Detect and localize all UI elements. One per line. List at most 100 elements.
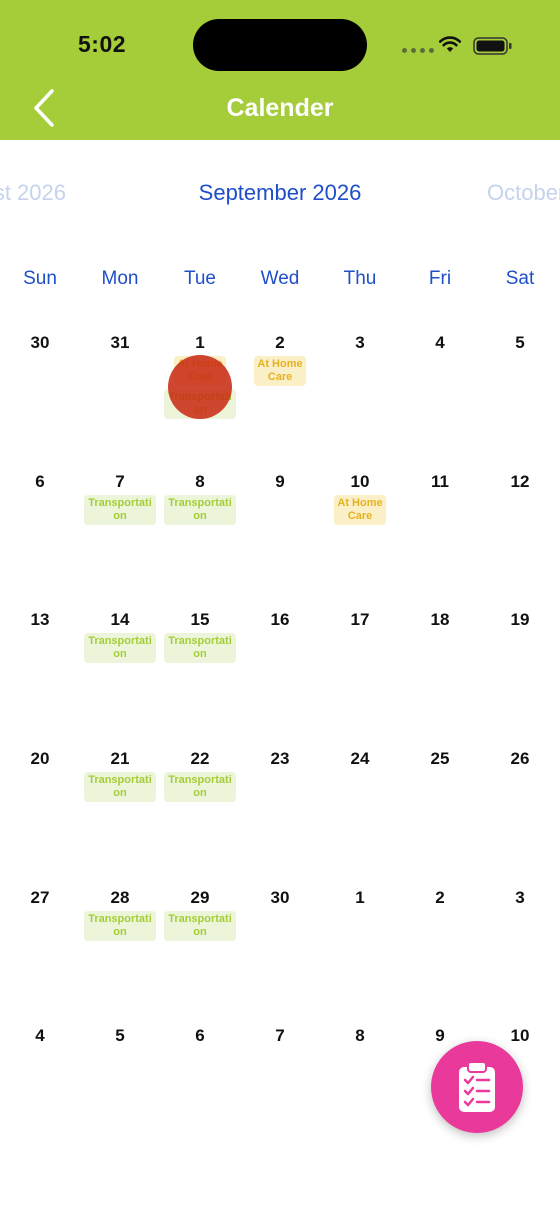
calendar-screen: 5:02 Calender August 2026 September 2026… [0,0,560,1218]
day-number: 14 [110,610,130,630]
day-number: 11 [431,471,449,491]
day-events: Transportation [160,494,240,525]
day-number: 23 [270,749,290,769]
calendar-day-cell[interactable]: 9 [240,465,320,604]
day-events: Transportation [160,772,240,803]
calendar-week-row: 30311At Home CareTransportation2At Home … [0,326,560,465]
day-number: 30 [30,333,50,352]
event-transportation[interactable]: Transportation [84,910,156,941]
event-transportation[interactable]: Transportation [84,494,156,525]
day-events: At Home Care [320,494,400,525]
day-events: Transportation [160,633,240,664]
day-number: 5 [115,1026,125,1046]
day-events: Transportation [80,494,160,525]
calendar-day-cell[interactable]: 12 [480,465,560,604]
event-transportation[interactable]: Transportation [164,633,236,664]
calendar-day-cell[interactable]: 5 [80,1019,160,1158]
day-events: Transportation [80,910,160,941]
day-number: 12 [510,471,530,491]
wifi-icon [438,36,462,52]
calendar-day-cell[interactable]: 8 [320,1019,400,1158]
calendar-day-cell[interactable]: 16 [240,603,320,742]
calendar-grid: 30311At Home CareTransportation2At Home … [0,326,560,1158]
cellular-signal-icon [402,48,434,53]
page-title: Calender [226,94,334,122]
calendar-day-cell[interactable]: 17 [320,603,400,742]
calendar-day-cell[interactable]: 31 [80,326,160,465]
battery-icon [473,37,512,55]
event-at-home-care[interactable]: At Home Care [254,356,306,386]
calendar-day-cell[interactable]: 10 At Home Care [320,465,400,604]
calendar-day-cell[interactable]: 30 [0,326,80,465]
calendar-day-cell[interactable]: 28 Transportation [80,881,160,1020]
calendar-day-cell[interactable]: 19 [480,603,560,742]
day-events: Transportation [80,772,160,803]
event-at-home-care[interactable]: At Home Care [334,494,386,525]
day-number: 27 [30,887,50,907]
calendar-day-cell[interactable]: 1 [320,881,400,1020]
calendar-week-row: 13 14 Transportation 15 Transportation 16 17 18… [0,603,560,742]
calendar-day-cell[interactable]: 4 [400,326,480,465]
calendar-day-cell[interactable]: 6 [0,465,80,604]
calendar-day-cell[interactable]: 20 [0,742,80,881]
next-month-label[interactable]: October 2026 [487,180,560,206]
calendar-day-cell[interactable]: 29 Transportation [160,881,240,1020]
calendar-day-cell[interactable]: 6 [160,1019,240,1158]
day-events: Transportation [160,910,240,941]
day-number: 17 [350,610,370,630]
weekday-tue: Tue [183,268,217,289]
calendar-day-cell[interactable]: 30 [240,881,320,1020]
day-events: At Home Care [240,356,320,386]
calendar-day-cell[interactable]: 21 Transportation [80,742,160,881]
day-number: 9 [275,471,285,491]
calendar-day-cell[interactable]: 3 [320,326,400,465]
event-transportation[interactable]: Transportation [84,772,156,803]
calendar-day-cell[interactable]: 8 Transportation [160,465,240,604]
calendar-day-cell[interactable]: 22 Transportation [160,742,240,881]
day-number: 13 [30,610,50,630]
event-transportation[interactable]: Transportation [164,772,236,803]
day-number: 3 [355,333,365,352]
day-number: 2 [275,333,285,352]
calendar-day-cell[interactable]: 11 [400,465,480,604]
day-number: 2 [435,887,445,907]
calendar-day-cell[interactable]: 15 Transportation [160,603,240,742]
calendar-day-cell[interactable]: 18 [400,603,480,742]
weekday-fri: Fri [428,268,452,289]
dynamic-island [193,19,367,71]
day-number: 26 [510,749,530,769]
calendar-day-cell[interactable]: 3 [480,881,560,1020]
calendar-day-cell[interactable]: 2 At Home Care [240,326,320,465]
calendar-day-cell[interactable]: 25 [400,742,480,881]
day-number: 16 [270,610,290,630]
calendar-day-cell[interactable]: 2 [400,881,480,1020]
touch-indicator [168,355,232,419]
event-transportation[interactable]: Transportation [164,910,236,941]
calendar-day-cell[interactable]: 5 [480,326,560,465]
day-number: 4 [435,333,445,352]
clipboard-checklist-icon [459,1061,495,1112]
calendar-day-cell[interactable]: 26 [480,742,560,881]
checklist-fab-button[interactable] [431,1041,523,1133]
calendar-day-cell[interactable]: 4 [0,1019,80,1158]
calendar-day-cell[interactable]: 7 Transportation [80,465,160,604]
day-number: 20 [30,749,50,769]
calendar-day-cell[interactable]: 24 [320,742,400,881]
weekday-wed: Wed [260,268,300,289]
header-bar: 5:02 Calender [0,0,560,140]
day-number: 29 [190,887,210,907]
event-transportation[interactable]: Transportation [84,633,156,664]
event-transportation[interactable]: Transportation [164,494,236,525]
day-number: 7 [275,1026,285,1046]
weekday-mon: Mon [101,268,139,289]
day-number: 6 [35,471,45,491]
calendar-day-cell[interactable]: 27 [0,881,80,1020]
calendar-week-row: 27 28 Transportation 29 Transportation 30 1 2 3 [0,881,560,1020]
month-selector[interactable]: August 2026 September 2026 October 2026 [0,170,560,218]
day-number: 22 [190,749,210,769]
calendar-day-cell[interactable]: 14 Transportation [80,603,160,742]
calendar-day-cell[interactable]: 7 [240,1019,320,1158]
calendar-day-cell[interactable]: 13 [0,603,80,742]
calendar-day-cell[interactable]: 23 [240,742,320,881]
day-number: 19 [510,610,530,630]
